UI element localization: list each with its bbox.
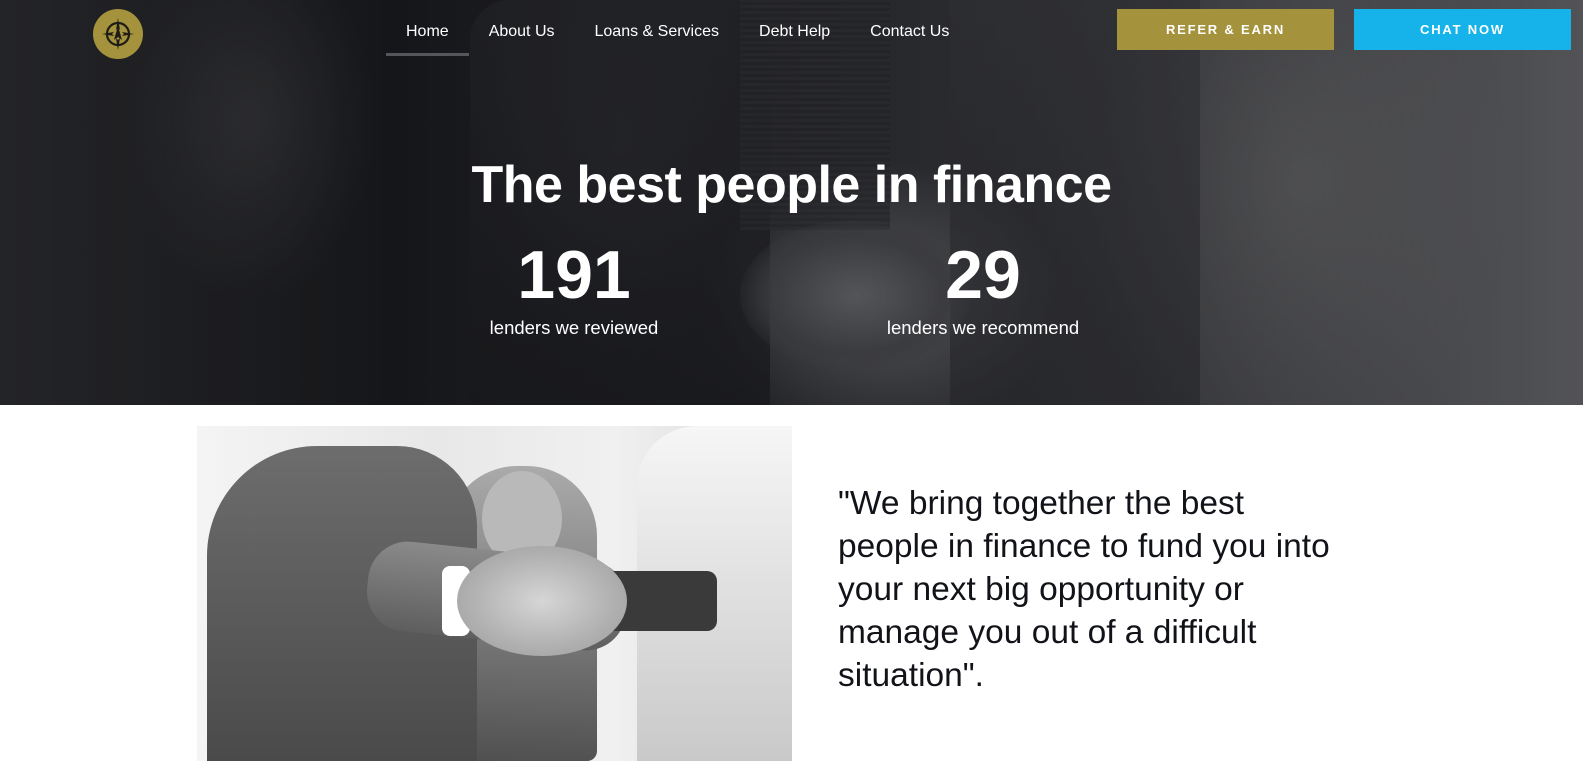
stat-label: lenders we recommend <box>886 317 1080 338</box>
stat-number: 191 <box>517 237 631 313</box>
stat-number: 29 <box>945 237 1021 313</box>
chat-now-button[interactable]: CHAT NOW <box>1354 9 1571 50</box>
nav-item-about-us[interactable]: About Us <box>469 0 575 56</box>
handshake-photo <box>197 426 792 761</box>
nav-item-contact-us[interactable]: Contact Us <box>850 0 969 56</box>
mission-quote: "We bring together the best people in fi… <box>838 485 1330 694</box>
stat-label: lenders we reviewed <box>489 317 659 338</box>
nav-item-home[interactable]: Home <box>386 0 469 56</box>
hero-banner: Home About Us Loans & Services Debt Help… <box>0 0 1583 405</box>
stat-lenders-recommended: 29 lenders we recommend <box>853 238 1113 340</box>
nav-item-loans-services[interactable]: Loans & Services <box>575 0 740 56</box>
photo-handshake <box>457 546 627 656</box>
stat-lenders-reviewed: 191 lenders we reviewed <box>444 238 704 340</box>
logo[interactable] <box>93 9 143 59</box>
hero-title: The best people in finance <box>471 156 1113 214</box>
compass-icon <box>102 18 134 50</box>
nav-item-debt-help[interactable]: Debt Help <box>739 0 850 56</box>
main-nav: Home About Us Loans & Services Debt Help… <box>386 0 969 56</box>
refer-earn-button[interactable]: REFER & EARN <box>1117 9 1334 50</box>
